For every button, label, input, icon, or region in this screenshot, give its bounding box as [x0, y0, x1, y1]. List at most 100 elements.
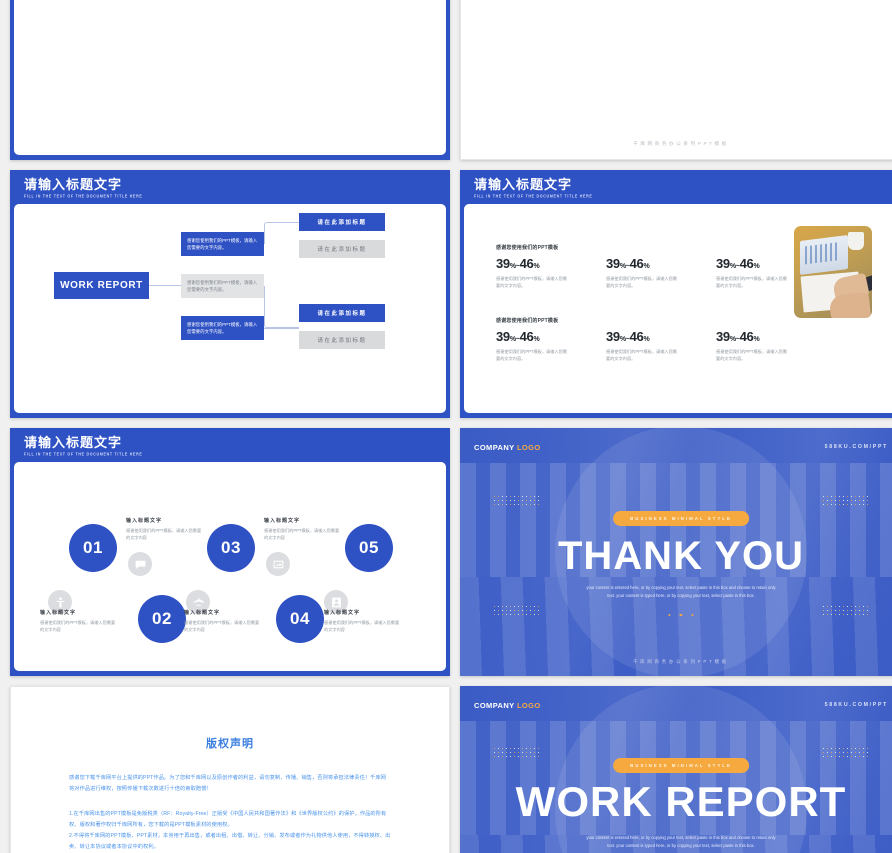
stat-desc: 感谢使用我们的PPT模板，请输入您需要的文字内容。 — [496, 276, 567, 288]
slide-mindmap-canvas: WORK REPORT 感谢您使用我们的PPT模板，请输入您需要的文字内容。 感… — [14, 204, 446, 413]
cover-subtitle-line-1: your content is entered here, or by copy… — [586, 835, 776, 840]
cover-subtitle-line-2: text. your content is typed here, or by … — [607, 843, 755, 848]
mindmap-desc-1[interactable]: 感谢您使用我们的PPT模板，请输入您需要的文字内容。 — [181, 232, 264, 256]
connector-down-2 — [264, 328, 299, 329]
stat-desc: 感谢使用我们的PPT模板，请输入您需要的文字内容。 — [606, 276, 677, 288]
step-circle-04[interactable]: 04 — [276, 595, 324, 643]
connector-up-1 — [264, 222, 299, 244]
step-circle-05[interactable]: 05 — [345, 524, 393, 572]
decorative-dots-row — [668, 614, 694, 617]
slide-text-thumbnail[interactable]: your content is entered here, or by copy… — [460, 0, 892, 160]
cover-title: WORK REPORT — [515, 778, 847, 825]
slide-thankyou-thumbnail[interactable]: COMPANY LOGO 588KU.COM/PPT BUSINESS MINI… — [460, 428, 892, 676]
stat-value: 39%~46% — [496, 329, 540, 344]
slide-mindmap-header: 请输入标题文字 FILL IN THE TEXT OF THE DOCUMENT… — [24, 177, 142, 199]
stat-desc: 感谢使用我们的PPT模板，请输入您需要的文字内容。 — [716, 349, 787, 361]
mindmap-diagram: WORK REPORT 感谢您使用我们的PPT模板，请输入您需要的文字内容。 感… — [14, 204, 446, 413]
step-block-04: 输入标题文字 感谢使用我们的PPT模板，请输入您需要的文字内容 — [184, 609, 262, 633]
cover-footer: 千库网商务办公系列PPT模板 — [632, 659, 730, 664]
slide-workreport-thumbnail[interactable]: COMPANY LOGO 588KU.COM/PPT BUSINESS MINI… — [460, 686, 892, 853]
stat-value: 39%~46% — [606, 329, 650, 344]
mindmap-desc-3[interactable]: 感谢您使用我们的PPT模板，请输入您需要的文字内容。 — [181, 316, 264, 340]
slide-chart-canvas: 的字文字内容 的字文字内容 输入内容 1 ￥12,3000 输入内容 2 — [14, 0, 446, 155]
stats-group-2-header: 感谢您使用我们的PPT模板 — [496, 318, 559, 324]
step-desc: 感谢使用我们的PPT模板，请输入您需要的文字内容 — [324, 620, 400, 632]
stats-group-2: 感谢您使用我们的PPT模板 39%~46% 感谢使用我们的PPT模板，请输入您需… — [496, 317, 788, 362]
slide-stats-header: 请输入标题文字 FILL IN THE TEXT OF THE DOCUMENT… — [474, 177, 593, 199]
stat-desc: 感谢使用我们的PPT模板，请输入您需要的文字内容。 — [716, 276, 787, 288]
step-desc: 感谢使用我们的PPT模板，请输入您需要的文字内容 — [126, 528, 202, 540]
mindmap-title-3[interactable]: 请在此添加标题 — [299, 304, 385, 322]
dots-pattern-top-left — [494, 496, 540, 506]
chat-icon — [128, 552, 152, 576]
step-block-01: 输入标题文字 感谢使用我们的PPT模板，请输入您需要的文字内容 — [126, 517, 204, 541]
site-url-label: 588KU.COM/PPT — [824, 702, 888, 708]
slide-stats-thumbnail[interactable]: 请输入标题文字 FILL IN THE TEXT OF THE DOCUMENT… — [460, 170, 892, 418]
mindmap-title-1[interactable]: 请在此添加标题 — [299, 213, 385, 231]
cover-subtitle: your content is entered here, or by copy… — [565, 584, 797, 600]
slide-footer: 千库网商务办公系列PPT模板 — [633, 141, 729, 146]
step-block-03: 输入标题文字 感谢使用我们的PPT模板，请输入您需要的文字内容 — [264, 517, 342, 541]
stat-desc: 感谢使用我们的PPT模板，请输入您需要的文字内容。 — [606, 349, 677, 361]
page-title: 请输入标题文字 — [24, 177, 123, 192]
cover-subtitle: your content is entered here, or by copy… — [565, 834, 797, 850]
step-block-05: 输入标题文字 感谢使用我们的PPT模板，请输入您需要的文字内容 — [324, 609, 402, 633]
site-url-label: 588KU.COM/PPT — [824, 444, 888, 450]
step-circle-02[interactable]: 02 — [138, 595, 186, 643]
step-desc: 感谢使用我们的PPT模板，请输入您需要的文字内容 — [264, 528, 340, 540]
step-title: 输入标题文字 — [126, 518, 163, 524]
laptop-screen — [800, 235, 848, 275]
stat-cell: 39%~46% 感谢使用我们的PPT模板，请输入您需要的文字内容。 — [716, 329, 788, 362]
stat-value: 39%~46% — [716, 329, 760, 344]
stat-desc: 感谢使用我们的PPT模板，请输入您需要的文字内容。 — [496, 349, 567, 361]
slide-chart-thumbnail[interactable]: 的字文字内容 的字文字内容 输入内容 1 ￥12,3000 输入内容 2 — [10, 0, 450, 160]
dots-pattern-bottom-left — [494, 606, 540, 616]
company-logo: COMPANY LOGO — [474, 443, 541, 452]
copyright-para-3: 2.不得将千库网的PPT模板、PPT素材，本身用于再出售，或者出租、出借、转让、… — [69, 833, 391, 850]
stats-group-1-header: 感谢您使用我们的PPT模板 — [496, 245, 559, 251]
stats-row-1: 39%~46% 感谢使用我们的PPT模板，请输入您需要的文字内容。 39%~46… — [496, 256, 788, 289]
stat-cell: 39%~46% 感谢使用我们的PPT模板，请输入您需要的文字内容。 — [716, 256, 788, 289]
stats-row-2: 39%~46% 感谢使用我们的PPT模板，请输入您需要的文字内容。 39%~46… — [496, 329, 788, 362]
slide-numbers-thumbnail[interactable]: 请输入标题文字 FILL IN THE TEXT OF THE DOCUMENT… — [10, 428, 450, 676]
image-icon — [266, 552, 290, 576]
slide-grid: 的字文字内容 的字文字内容 输入内容 1 ￥12,3000 输入内容 2 — [0, 0, 892, 853]
mindmap-desc-2[interactable]: 感谢您使用我们的PPT模板，请输入您需要的文字内容。 — [181, 274, 264, 298]
mindmap-title-4[interactable]: 请在此添加标题 — [299, 331, 385, 349]
slide-copyright-thumbnail[interactable]: 版权声明 感谢您下载千库网平台上提供的PPT作品。为了您和千库网以及原创作者的利… — [10, 686, 450, 853]
cover-subtitle-line-1: your content is entered here, or by copy… — [586, 585, 776, 590]
page-title: 请输入标题文字 — [24, 435, 123, 450]
step-circle-01[interactable]: 01 — [69, 524, 117, 572]
stat-cell: 39%~46% 感谢使用我们的PPT模板，请输入您需要的文字内容。 — [496, 329, 568, 362]
office-desk-photo — [794, 226, 872, 318]
slide-stats-canvas: 感谢您使用我们的PPT模板 39%~46% 感谢使用我们的PPT模板，请输入您需… — [464, 204, 892, 413]
step-circle-03[interactable]: 03 — [207, 524, 255, 572]
slide-numbers-header: 请输入标题文字 FILL IN THE TEXT OF THE DOCUMENT… — [24, 435, 143, 457]
coffee-cup — [848, 232, 864, 250]
connector-down-1 — [264, 286, 299, 328]
copyright-title: 版权声明 — [206, 738, 254, 750]
step-title: 输入标题文字 — [40, 610, 77, 616]
copyright-para-1: 感谢您下载千库网平台上提供的PPT作品。为了您和千库网以及原创作者的利益，请勿复… — [69, 775, 387, 792]
stat-cell: 39%~46% 感谢使用我们的PPT模板，请输入您需要的文字内容。 — [606, 329, 678, 362]
mindmap-center-node[interactable]: WORK REPORT — [54, 272, 149, 299]
stat-value: 39%~46% — [716, 256, 760, 271]
stat-cell: 39%~46% 感谢使用我们的PPT模板，请输入您需要的文字内容。 — [496, 256, 568, 289]
step-title: 输入标题文字 — [264, 518, 301, 524]
style-badge: BUSINESS MINIMAL STYLE — [613, 511, 749, 526]
page-title: 请输入标题文字 — [474, 177, 573, 192]
mindmap-title-2[interactable]: 请在此添加标题 — [299, 240, 385, 258]
ppt-template-preview-page: 的字文字内容 的字文字内容 输入内容 1 ￥12,3000 输入内容 2 — [0, 0, 892, 853]
connector-center — [149, 285, 181, 286]
page-subtitle: FILL IN THE TEXT OF THE DOCUMENT TITLE H… — [474, 194, 593, 199]
slide-mindmap-thumbnail[interactable]: 请输入标题文字 FILL IN THE TEXT OF THE DOCUMENT… — [10, 170, 450, 418]
cover-title: THANK YOU — [557, 534, 805, 578]
step-desc: 感谢使用我们的PPT模板，请输入您需要的文字内容 — [40, 620, 116, 632]
dots-pattern-top-left — [494, 748, 540, 758]
style-badge: BUSINESS MINIMAL STYLE — [613, 758, 749, 773]
stat-value: 39%~46% — [606, 256, 650, 271]
stat-cell: 39%~46% 感谢使用我们的PPT模板，请输入您需要的文字内容。 — [606, 256, 678, 289]
slide-numbers-canvas: 01 03 05 02 04 输入标题文字 感谢使用我们的PPT模板，请输入您需… — [14, 462, 446, 671]
page-subtitle: FILL IN THE TEXT OF THE DOCUMENT TITLE H… — [24, 452, 143, 457]
dots-pattern-top-right — [822, 496, 868, 506]
